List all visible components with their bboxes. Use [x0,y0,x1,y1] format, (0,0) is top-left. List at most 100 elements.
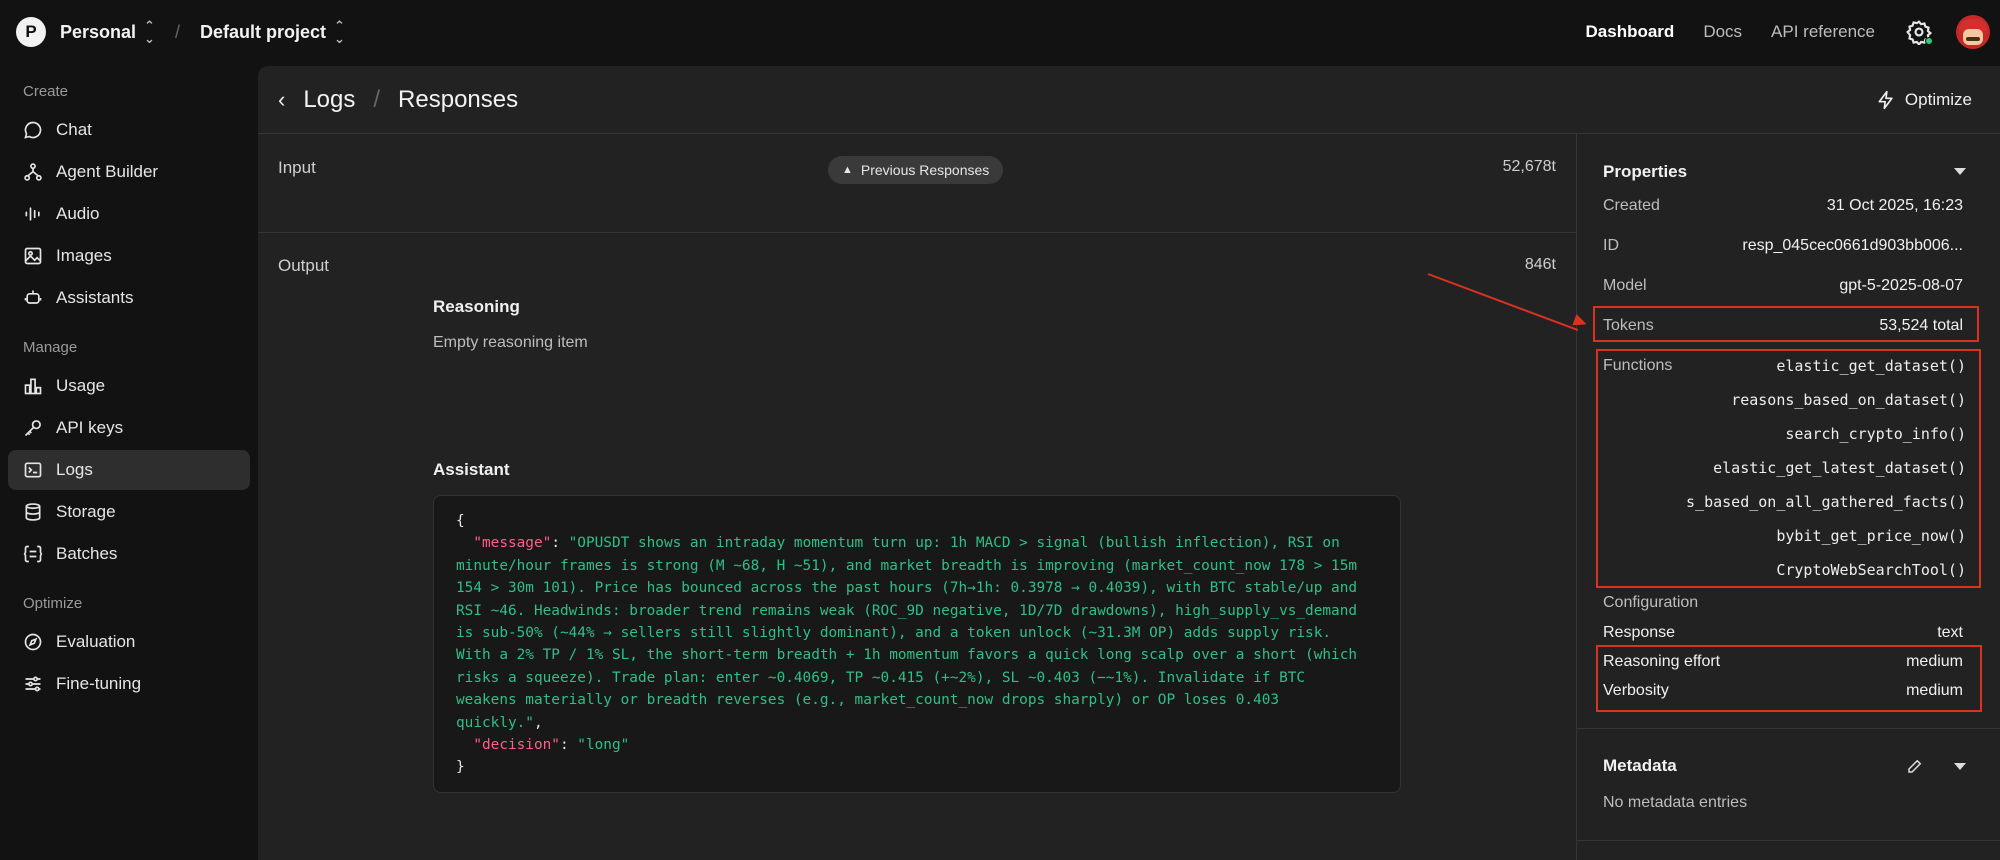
sidebar-item-storage[interactable]: Storage [8,492,250,532]
json-message-line: minute/hour frames is strong (M ~68, H ~… [456,557,1358,574]
sidebar-item-audio[interactable]: Audio [8,194,250,234]
reasoning-title: Reasoning [433,297,520,316]
sidebar-item-label: Assistants [56,288,134,307]
json-message-line: is sub-50% (~44% → sellers still slightl… [456,625,1332,642]
chevron-up-down-icon: ⌃ ⌄ [334,18,345,46]
input-section: Input ▲ Previous Responses 52,678t [258,134,1576,233]
section-divider [1577,840,2000,841]
response-content: Input ▲ Previous Responses 52,678t Outpu… [258,134,1576,860]
org-avatar[interactable]: P [16,17,46,47]
property-model: Model gpt-5-2025-08-07 [1603,277,1963,294]
breadcrumb-separator: / [373,85,381,113]
caret-down-icon[interactable] [1954,168,1966,175]
evaluation-icon [24,633,42,651]
sidebar-item-label: Fine-tuning [56,674,142,693]
project-switcher[interactable]: Default project ⌃ ⌄ [200,19,345,45]
sidebar-item-assistants[interactable]: Assistants [8,278,250,318]
edit-icon[interactable] [1906,757,1924,775]
json-message-line: With a 2% TP / 1% SL, the short-term bre… [456,647,1358,664]
batches-icon [23,545,43,563]
chat-icon [24,121,42,139]
annotation-box-tokens [1593,306,1979,342]
logs-icon [24,462,42,478]
input-token-count: 52,678t [1502,158,1556,175]
annotation-box-config [1596,645,1982,712]
agent-builder-icon [24,163,42,181]
assistant-title: Assistant [433,460,510,479]
sidebar-item-label: Audio [56,204,100,223]
sidebar-item-evaluation[interactable]: Evaluation [8,622,250,662]
settings-button[interactable] [1906,19,1933,47]
fine-tuning-icon [25,676,41,692]
sidebar-item-label: Logs [56,460,93,479]
assistants-icon [24,290,42,304]
previous-responses-label: Previous Responses [860,162,990,178]
org-name: Personal [60,21,137,42]
properties-title: Properties [1603,162,1688,181]
main-panel: ‹ Logs / Responses Optimize Input ▲ Prev… [258,66,2000,860]
sidebar-item-fine-tuning[interactable]: Fine-tuning [8,664,250,704]
key-icon [24,420,41,437]
sidebar-item-label: API keys [56,418,124,437]
json-message-line: RSI ~46. Headwinds: broader trend remain… [456,602,1358,619]
json-close-brace: } [456,759,465,776]
sidebar-item-logs[interactable]: Logs [8,450,250,490]
audio-icon [25,207,40,221]
sidebar-item-batches[interactable]: Batches [8,534,250,574]
output-token-count: 846t [1524,256,1556,273]
reasoning-text: Empty reasoning item [433,334,588,351]
assistant-json-output[interactable]: { "message": "OPUSDT shows an intraday m… [433,495,1401,793]
output-label: Output [278,256,330,275]
json-message-line: risks a squeeze). Trade plan: enter ~0.4… [456,669,1306,686]
optimize-label: Optimize [1904,90,1972,109]
sidebar-item-api-keys[interactable]: API keys [8,408,250,448]
property-id[interactable]: ID resp_045cec0661d903bb006... [1603,237,1963,255]
metadata-title: Metadata [1603,756,1677,775]
metadata-empty-text: No metadata entries [1603,794,1748,811]
sidebar-item-label: Chat [56,120,92,139]
json-message-line: 154 > 30m 101). Price has bounced across… [456,580,1358,597]
sidebar: Create Chat Agent Builder Audio Images A… [0,64,258,860]
org-switcher[interactable]: Personal ⌃ ⌄ [60,19,155,45]
nav-api-reference[interactable]: API reference [1771,22,1875,42]
input-label: Input [278,158,316,177]
back-chevron-icon[interactable]: ‹ [278,87,285,113]
sidebar-item-label: Storage [56,502,116,521]
sidebar-item-label: Batches [56,544,118,563]
section-divider [1577,728,2000,729]
status-dot [1925,37,1933,45]
annotation-box-functions [1596,349,1981,588]
sidebar-item-usage[interactable]: Usage [8,366,250,406]
json-decision-line: "decision": "long" [473,737,630,754]
property-response: Response text [1603,624,1963,641]
properties-panel: Properties Created 31 Oct 2025, 16:23 ID r… [1576,134,2000,860]
sidebar-item-label: Images [56,246,112,265]
optimize-button[interactable]: Optimize [1876,66,1972,134]
sidebar-item-label: Agent Builder [56,162,159,181]
chevron-up-icon: ▲ [842,164,853,176]
sidebar-item-label: Usage [56,376,106,395]
lightning-icon [1878,90,1893,110]
sidebar-section-create: Create [23,83,69,100]
sidebar-item-agent-builder[interactable]: Agent Builder [8,152,250,192]
page-title: Responses [398,85,519,113]
breadcrumb-logs[interactable]: Logs [303,86,355,114]
previous-responses-button[interactable]: ▲ Previous Responses [828,156,1004,184]
top-bar: P Personal ⌃ ⌄ / Default project ⌃ ⌄ Dashb… [0,0,2000,64]
nav-dashboard[interactable]: Dashboard [1586,22,1675,42]
json-message-line: quickly.", [456,714,543,731]
json-message-line: "message": "OPUSDT shows an intraday mom… [473,535,1340,552]
images-icon [24,247,42,265]
caret-down-icon[interactable] [1954,763,1966,770]
chevron-up-down-icon: ⌃ ⌄ [144,18,155,46]
project-name: Default project [199,21,326,42]
breadcrumb-separator: / [174,21,180,42]
sidebar-item-chat[interactable]: Chat [8,110,250,150]
page-header: ‹ Logs / Responses Optimize [258,66,2000,134]
user-avatar[interactable] [1956,15,1990,49]
sidebar-item-images[interactable]: Images [8,236,250,276]
sidebar-section-optimize: Optimize [23,595,83,612]
property-configuration: Configuration [1603,594,1699,611]
nav-docs[interactable]: Docs [1703,22,1742,42]
property-created: Created 31 Oct 2025, 16:23 [1603,197,1963,214]
